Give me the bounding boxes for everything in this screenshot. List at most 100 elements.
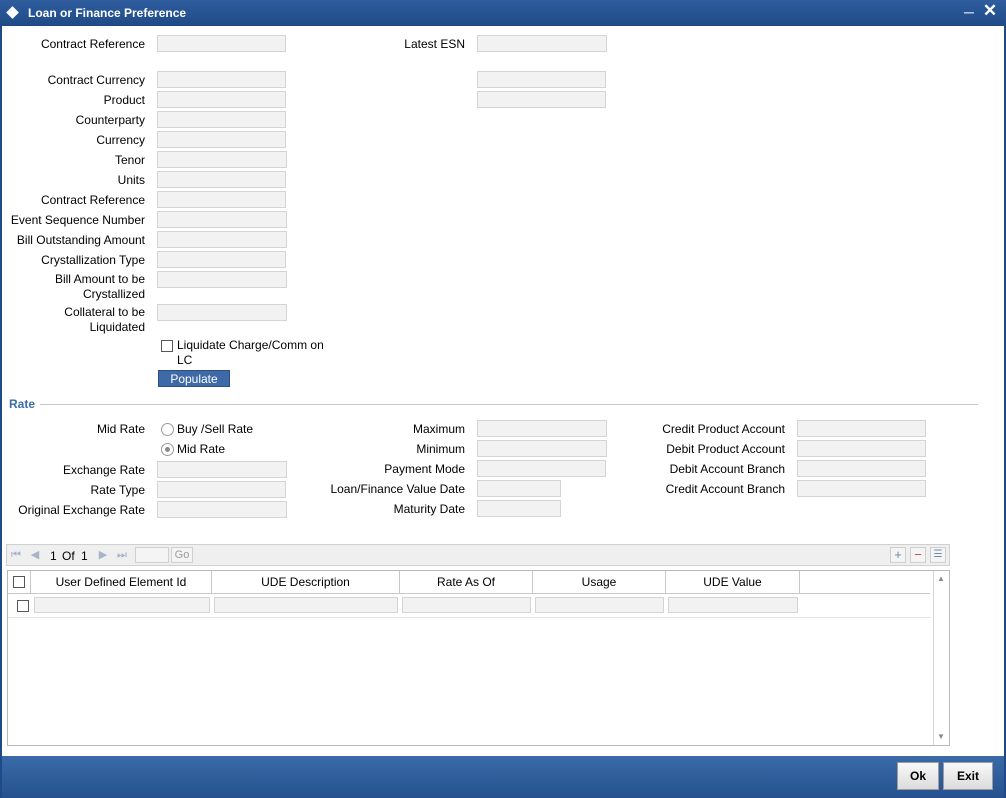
original-exchange-rate-label: Original Exchange Rate xyxy=(18,503,145,517)
next-page-icon[interactable]: ▶ xyxy=(97,549,109,561)
credit-account-branch-field[interactable] xyxy=(797,480,926,497)
collateral-to-be-liquidated-label: Collateral to be Liquidated xyxy=(64,305,145,334)
select-all-cell xyxy=(8,571,31,593)
column-header-ude-description[interactable]: UDE Description xyxy=(212,571,400,593)
buy-sell-rate-radio[interactable] xyxy=(161,423,174,436)
scroll-up-icon[interactable]: ▲ xyxy=(934,574,948,583)
contract-reference-2-label: Contract Reference xyxy=(40,193,145,207)
payment-mode-label: Payment Mode xyxy=(384,462,465,476)
event-sequence-number-field[interactable] xyxy=(157,211,287,228)
window-title: Loan or Finance Preference xyxy=(28,6,187,20)
currency-field[interactable] xyxy=(157,131,286,148)
column-header-ude-value[interactable]: UDE Value xyxy=(666,571,800,593)
bill-outstanding-amount-field[interactable] xyxy=(157,231,287,248)
debit-account-branch-label: Debit Account Branch xyxy=(669,462,785,476)
column-header-ude-id[interactable]: User Defined Element Id xyxy=(31,571,212,593)
buy-sell-rate-label: Buy /Sell Rate xyxy=(177,422,254,436)
bill-amount-to-be-crystallized-label: Bill Amount to be Crystallized xyxy=(54,272,145,301)
tenor-label: Tenor xyxy=(114,153,145,167)
loan-finance-value-date-field[interactable] xyxy=(477,480,561,497)
contract-currency-label: Contract Currency xyxy=(47,73,145,87)
original-exchange-rate-field[interactable] xyxy=(157,501,287,518)
product-description-field[interactable] xyxy=(477,91,606,108)
row-details-icon[interactable]: ☰ xyxy=(930,547,946,563)
maturity-date-field[interactable] xyxy=(477,500,561,517)
rate-section-title: Rate xyxy=(9,397,36,411)
tenor-field[interactable] xyxy=(157,151,287,168)
go-button[interactable]: Go xyxy=(171,547,193,563)
counterparty-field[interactable] xyxy=(157,111,286,128)
rate-type-label: Rate Type xyxy=(90,483,145,497)
row-usage-cell[interactable] xyxy=(535,597,664,613)
rate-section-divider xyxy=(40,404,978,405)
close-icon[interactable]: ✕ xyxy=(982,2,998,20)
column-header-rate-as-of[interactable]: Rate As Of xyxy=(400,571,533,593)
minimum-label: Minimum xyxy=(416,442,465,456)
page-number-input[interactable] xyxy=(135,547,169,563)
contract-currency-field[interactable] xyxy=(157,71,286,88)
exit-button[interactable]: Exit xyxy=(943,762,993,790)
bill-amount-to-be-crystallized-field[interactable] xyxy=(157,271,287,288)
select-all-checkbox[interactable] xyxy=(13,576,25,588)
latest-esn-label: Latest ESN xyxy=(404,37,465,51)
currency-label: Currency xyxy=(96,133,145,147)
ok-button[interactable]: Ok xyxy=(897,762,939,790)
maturity-date-label: Maturity Date xyxy=(393,502,465,516)
add-row-icon[interactable]: + xyxy=(890,547,906,563)
row-ude-description-cell[interactable] xyxy=(214,597,398,613)
grid-vertical-scrollbar[interactable]: ▲ ▼ xyxy=(933,571,949,745)
maximum-field[interactable] xyxy=(477,420,607,437)
payment-mode-field[interactable] xyxy=(477,460,606,477)
contract-reference-field[interactable] xyxy=(157,35,286,52)
latest-esn-field[interactable] xyxy=(477,35,607,52)
footer-bar xyxy=(2,756,1004,798)
delete-row-icon[interactable]: − xyxy=(910,547,926,563)
row-rate-as-of-cell[interactable] xyxy=(402,597,531,613)
debit-product-account-label: Debit Product Account xyxy=(666,442,785,456)
mid-rate-radio[interactable] xyxy=(161,443,174,456)
previous-page-icon[interactable]: ◀ xyxy=(29,549,41,561)
liquidate-charge-label: Liquidate Charge/Comm on LC xyxy=(177,338,324,367)
scroll-down-icon[interactable]: ▼ xyxy=(934,732,948,741)
window-frame-left xyxy=(0,26,2,798)
counterparty-label: Counterparty xyxy=(75,113,145,127)
liquidate-charge-checkbox[interactable] xyxy=(161,340,173,352)
mid-rate-radio-label: Mid Rate xyxy=(177,442,226,456)
units-label: Units xyxy=(117,173,145,187)
page-of-label: Of xyxy=(62,549,75,563)
crystallization-type-field[interactable] xyxy=(157,251,286,268)
mid-rate-label: Mid Rate xyxy=(96,422,145,436)
contract-reference-2-field[interactable] xyxy=(157,191,286,208)
credit-product-account-label: Credit Product Account xyxy=(662,422,785,436)
loan-finance-value-date-label: Loan/Finance Value Date xyxy=(330,482,465,496)
debit-account-branch-field[interactable] xyxy=(797,460,926,477)
credit-product-account-field[interactable] xyxy=(797,420,926,437)
exchange-rate-field[interactable] xyxy=(157,461,287,478)
page-total: 1 xyxy=(81,549,88,563)
debit-product-account-field[interactable] xyxy=(797,440,926,457)
contract-currency-description-field[interactable] xyxy=(477,71,606,88)
product-field[interactable] xyxy=(157,91,286,108)
minimum-field[interactable] xyxy=(477,440,607,457)
populate-button[interactable]: Populate xyxy=(158,370,230,387)
maximum-label: Maximum xyxy=(412,422,465,436)
exchange-rate-label: Exchange Rate xyxy=(62,463,145,477)
contract-reference-label: Contract Reference xyxy=(40,37,145,51)
minimize-icon[interactable]: ─ xyxy=(962,4,976,20)
event-sequence-number-label: Event Sequence Number xyxy=(10,213,145,227)
credit-account-branch-label: Credit Account Branch xyxy=(665,482,785,496)
bill-outstanding-amount-label: Bill Outstanding Amount xyxy=(16,233,145,247)
first-page-icon[interactable]: ⏮ xyxy=(10,549,22,561)
page-current: 1 xyxy=(50,549,57,563)
row-select-checkbox[interactable] xyxy=(17,600,29,612)
row-ude-value-cell[interactable] xyxy=(668,597,798,613)
column-header-usage[interactable]: Usage xyxy=(533,571,666,593)
units-field[interactable] xyxy=(157,171,286,188)
last-page-icon[interactable]: ⏭ xyxy=(116,549,128,561)
row-ude-id-cell[interactable] xyxy=(34,597,210,613)
row-divider xyxy=(8,617,930,618)
crystallization-type-label: Crystallization Type xyxy=(41,253,145,267)
collateral-to-be-liquidated-field[interactable] xyxy=(157,304,287,321)
product-label: Product xyxy=(103,93,145,107)
rate-type-field[interactable] xyxy=(157,481,286,498)
